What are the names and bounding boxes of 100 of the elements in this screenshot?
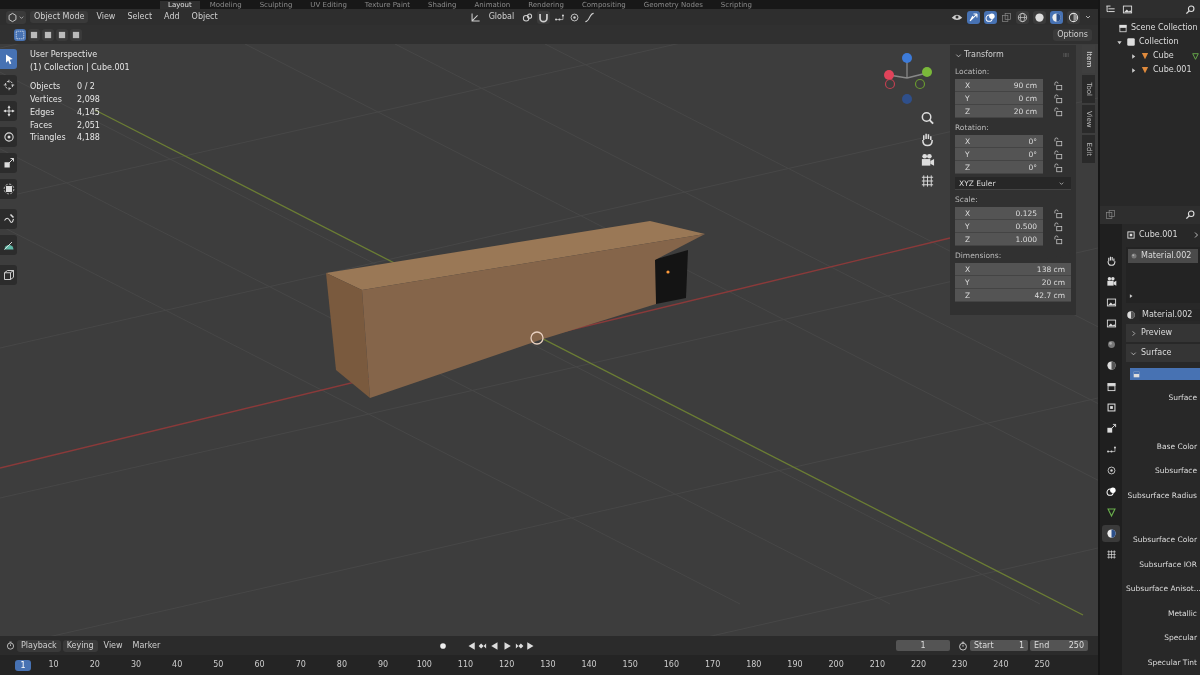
padlock-icon[interactable] — [1053, 149, 1063, 160]
stopwatch-icon[interactable] — [958, 640, 968, 651]
camera-icon[interactable] — [920, 152, 935, 168]
menu-item[interactable]: Keying — [62, 639, 98, 652]
menu-item[interactable]: Marker — [128, 639, 165, 652]
drag-grip-icon[interactable] — [1061, 51, 1071, 59]
mesh-data-icon[interactable] — [1191, 51, 1200, 61]
record-icon[interactable] — [438, 640, 449, 651]
stat-value: 4,145 — [77, 106, 101, 119]
tool-button[interactable] — [0, 127, 17, 147]
menu-item[interactable]: Object — [187, 11, 222, 23]
start-frame-field[interactable]: Start 1 — [970, 640, 1028, 651]
padlock-icon[interactable] — [1053, 93, 1063, 104]
tab-icon — [1105, 465, 1117, 476]
tool-button[interactable] — [0, 49, 17, 69]
zoom-icon[interactable] — [920, 110, 935, 126]
navigation-gizmo-drawing[interactable] — [884, 53, 932, 104]
menu-item[interactable]: View — [99, 639, 127, 652]
rendered-shading-button[interactable] — [1067, 10, 1080, 24]
tree-item[interactable]: Scene Collection — [1131, 22, 1198, 34]
display-mode-button[interactable] — [1121, 2, 1134, 16]
frame-number: 90 — [377, 659, 390, 671]
panel-header[interactable]: Surface — [1126, 344, 1200, 362]
expand-triangle-icon[interactable] — [1130, 52, 1137, 60]
pivot-icon[interactable] — [522, 11, 534, 23]
frame-number: 150 — [621, 659, 639, 671]
tool-button[interactable] — [0, 209, 17, 229]
editor-type-icon[interactable] — [6, 641, 15, 650]
tree-item[interactable]: Cube — [1153, 50, 1174, 62]
select-mode-button[interactable] — [56, 28, 68, 41]
tool-button[interactable] — [0, 235, 17, 255]
playhead-frame[interactable]: 1 — [15, 659, 31, 671]
padlock-icon[interactable] — [1053, 234, 1063, 245]
options-dropdown[interactable]: Options — [1053, 28, 1092, 41]
wireframe-shading-button[interactable] — [1016, 10, 1029, 24]
menu-item[interactable]: Select — [123, 11, 157, 23]
expand-triangle-icon[interactable] — [1130, 66, 1137, 74]
orientation-icon[interactable] — [469, 11, 481, 23]
collapse-caret-icon[interactable] — [955, 51, 962, 59]
padlock-icon[interactable] — [1053, 162, 1063, 173]
padlock-icon[interactable] — [1053, 80, 1063, 91]
padlock-icon[interactable] — [1053, 208, 1063, 219]
panel-title[interactable]: Transform — [964, 49, 1004, 61]
play-reverse-icon[interactable] — [490, 640, 501, 651]
select-mode-button[interactable] — [28, 28, 40, 41]
select-mode-button[interactable] — [70, 28, 82, 41]
tab-icon — [1105, 528, 1117, 539]
stat-label: Edges — [30, 106, 56, 119]
menu-item[interactable]: Playback — [17, 639, 61, 652]
tool-button[interactable] — [0, 101, 17, 121]
tool-button[interactable] — [0, 153, 17, 173]
editor-type-button[interactable] — [6, 10, 26, 24]
menu-item[interactable]: Add — [160, 11, 184, 23]
measure-icon — [2, 239, 15, 251]
frame-number: 210 — [868, 659, 886, 671]
shader-node-field[interactable] — [1130, 368, 1200, 380]
end-frame-field[interactable]: End 250 — [1030, 640, 1088, 651]
select-mode-button[interactable] — [14, 28, 26, 41]
play-icon[interactable] — [502, 640, 513, 651]
expand-triangle-icon[interactable] — [1128, 293, 1134, 299]
pan-hand-icon[interactable] — [920, 131, 935, 147]
proportional-edit-icon[interactable] — [569, 11, 581, 23]
solid-shading-button[interactable] — [1033, 10, 1046, 24]
tree-item[interactable]: Cube.001 — [1153, 64, 1192, 76]
field-label: Start — [974, 640, 994, 651]
panel-header[interactable]: Preview — [1126, 324, 1200, 342]
select-mode-button[interactable] — [42, 28, 54, 41]
snap-button[interactable] — [537, 10, 551, 24]
grid-icon[interactable] — [920, 173, 935, 189]
padlock-icon[interactable] — [1053, 106, 1063, 117]
tool-button[interactable] — [0, 265, 17, 285]
mode-dropdown[interactable]: Object Mode — [30, 11, 89, 23]
overlay-toggle[interactable] — [984, 10, 997, 24]
material-sphere-icon[interactable] — [1126, 310, 1136, 320]
xray-icon[interactable] — [1001, 11, 1012, 23]
falloff-curve-icon[interactable] — [584, 11, 596, 23]
menu-item[interactable]: View — [92, 11, 120, 23]
frame-number: 190 — [786, 659, 804, 671]
current-frame-field[interactable]: 1 — [896, 640, 950, 651]
frame-number: 10 — [47, 659, 60, 671]
frame-number: 50 — [212, 659, 225, 671]
material-slot[interactable]: Material.002 — [1128, 249, 1198, 263]
properties-tab[interactable] — [1102, 525, 1120, 542]
node-icon — [1132, 369, 1141, 379]
tool-button[interactable] — [0, 179, 17, 199]
orientation-dropdown[interactable]: Global — [484, 11, 519, 23]
caret-icon[interactable] — [1084, 13, 1092, 21]
padlock-icon[interactable] — [1053, 221, 1063, 232]
chevron-icon[interactable] — [1192, 231, 1200, 239]
jump-start-icon[interactable] — [466, 640, 477, 651]
stat-label: Faces — [30, 119, 54, 132]
material-shading-button[interactable] — [1050, 10, 1063, 24]
gizmo-toggle[interactable] — [967, 10, 980, 24]
search-icon[interactable] — [1185, 3, 1196, 15]
search-icon[interactable] — [1185, 209, 1196, 221]
stat-value: 4,188 — [77, 132, 101, 145]
padlock-icon[interactable] — [1053, 136, 1063, 147]
expand-triangle-icon[interactable] — [1116, 38, 1123, 46]
tool-button[interactable] — [0, 75, 17, 95]
tree-item[interactable]: Collection — [1139, 36, 1179, 48]
